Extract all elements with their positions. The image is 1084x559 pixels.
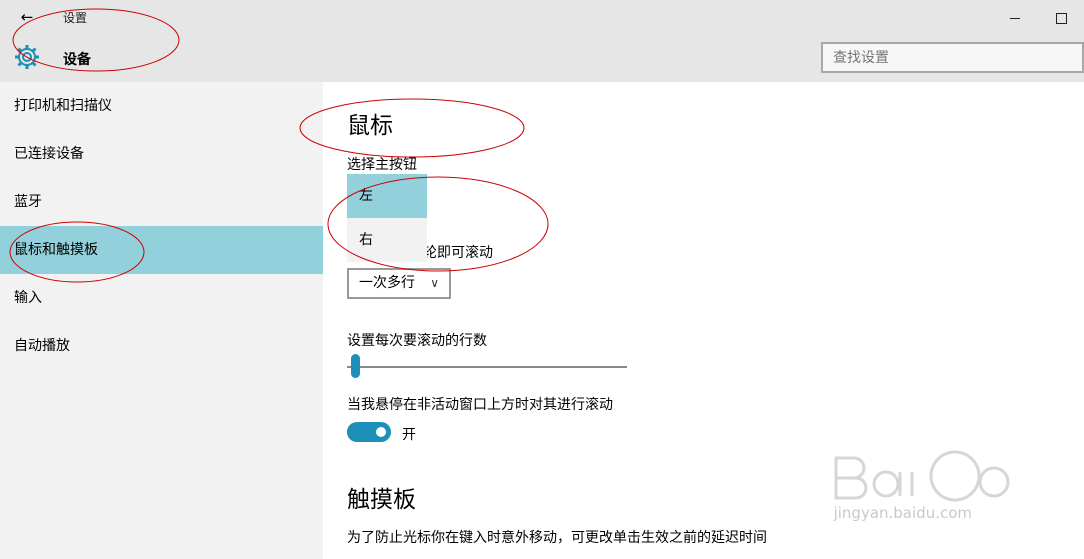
search-input[interactable] [821, 42, 1084, 73]
inactive-scroll-label: 当我悬停在非活动窗口上方时对其进行滚动 [347, 397, 613, 413]
lines-slider-thumb[interactable] [351, 354, 360, 378]
chevron-down-icon: ∨ [430, 276, 439, 290]
main-content: 鼠标 选择主按钮 轮即可滚动 左 右 一次多行 ∨ 设置每次要滚动的行数 当我悬… [323, 82, 1084, 559]
sidebar-item-printers[interactable]: 打印机和扫描仪 [0, 82, 323, 130]
maximize-button[interactable] [1038, 0, 1084, 36]
minimize-button[interactable] [992, 0, 1038, 36]
gear-icon [15, 45, 39, 69]
touchpad-heading: 触摸板 [347, 487, 416, 513]
option-left[interactable]: 左 [347, 174, 427, 218]
back-arrow-icon[interactable]: ← [18, 8, 36, 26]
toggle-knob [376, 427, 386, 437]
sidebar-item-connected-devices[interactable]: 已连接设备 [0, 130, 323, 178]
sidebar: 打印机和扫描仪 已连接设备 蓝牙 鼠标和触摸板 输入 自动播放 [0, 82, 323, 559]
window-title: 设置 [63, 11, 88, 25]
minimize-icon [1010, 17, 1020, 19]
toggle-state-label: 开 [402, 427, 416, 443]
scroll-mode-value: 一次多行 [359, 275, 415, 291]
maximize-icon [1055, 12, 1067, 24]
sidebar-item-typing[interactable]: 输入 [0, 274, 323, 322]
touchpad-description: 为了防止光标你在键入时意外移动，可更改单击生效之前的延迟时间 [347, 530, 767, 546]
title-bar: ← 设置 设备 [0, 0, 1084, 82]
scroll-mode-select[interactable]: 一次多行 ∨ [347, 268, 451, 299]
primary-button-label: 选择主按钮 [347, 157, 417, 173]
primary-button-dropdown: 左 右 [347, 174, 427, 262]
option-right[interactable]: 右 [347, 218, 427, 262]
sidebar-item-autoplay[interactable]: 自动播放 [0, 322, 323, 370]
sidebar-item-mouse-touchpad[interactable]: 鼠标和触摸板 [0, 226, 323, 274]
scroll-mode-label: 轮即可滚动 [423, 245, 493, 261]
sidebar-item-bluetooth[interactable]: 蓝牙 [0, 178, 323, 226]
page-title: 设备 [63, 52, 91, 68]
mouse-heading: 鼠标 [347, 113, 393, 139]
window-controls [992, 0, 1084, 36]
lines-label: 设置每次要滚动的行数 [347, 333, 487, 349]
inactive-scroll-toggle[interactable] [347, 422, 391, 442]
lines-slider-track[interactable] [347, 366, 627, 368]
